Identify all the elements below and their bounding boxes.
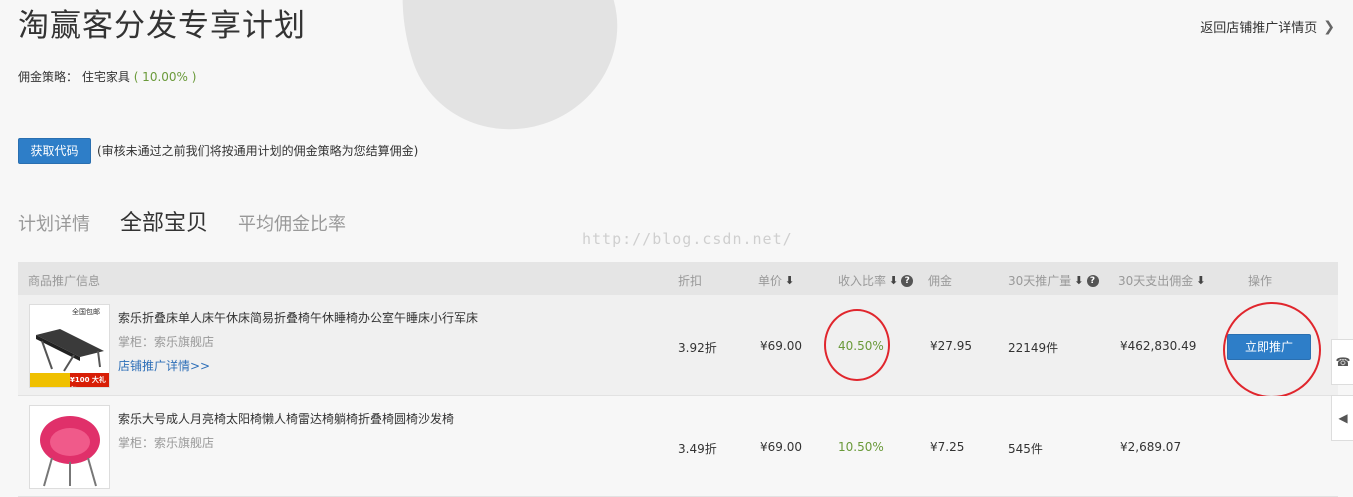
header-commission: 佣金 xyxy=(928,274,953,288)
header-discount: 折扣 xyxy=(678,274,703,288)
back-link-label: 返回店铺推广详情页 xyxy=(1200,21,1318,36)
price-value: ¥69.00 xyxy=(760,440,802,454)
page-title: 淘赢客分发专享计划 xyxy=(18,8,306,44)
product-name[interactable]: 索乐大号成人月亮椅太阳椅懒人椅雷达椅躺椅折叠椅圆椅沙发椅 xyxy=(118,410,454,427)
chevron-right-icon: ❯ xyxy=(1323,18,1335,35)
paid-commission-value: ¥462,830.49 xyxy=(1120,339,1197,353)
header-income-rate[interactable]: 收入比率 ⬇ ? xyxy=(838,272,914,289)
table-header: 商品推广信息 折扣 单价 ⬇ 收入比率 ⬇ ? 佣金 30天推广量 ⬇ ? 30… xyxy=(18,262,1338,295)
tab-all-items[interactable]: 全部宝贝 xyxy=(120,205,208,237)
commission-value: ¥7.25 xyxy=(930,440,965,454)
promo-count-value: 22149件 xyxy=(1008,341,1059,355)
discount-value: 3.92折 xyxy=(678,341,717,355)
table-row: 全国包邮 ¥100 大礼包 索乐折叠床单人床午休床简易折叠椅午休睡椅办公室午睡床… xyxy=(18,295,1338,398)
product-name[interactable]: 索乐折叠床单人床午休床简易折叠椅午休睡椅办公室午睡床小行军床 xyxy=(118,309,478,326)
product-thumbnail[interactable]: 全国包邮 ¥100 大礼包 xyxy=(29,304,110,388)
headset-icon: ☎ xyxy=(1335,355,1351,369)
header-action: 操作 xyxy=(1248,274,1273,288)
side-toolbar: ☎ ◀ xyxy=(1331,339,1353,451)
announcement-button[interactable]: ◀ xyxy=(1331,395,1353,441)
customer-service-button[interactable]: ☎ xyxy=(1331,339,1353,385)
shop-name: 掌柜：索乐旗舰店 xyxy=(118,436,215,450)
items-table: 商品推广信息 折扣 单价 ⬇ 收入比率 ⬇ ? 佣金 30天推广量 ⬇ ? 30… xyxy=(18,262,1338,497)
help-icon[interactable]: ? xyxy=(1086,274,1099,287)
megaphone-icon: ◀ xyxy=(1338,411,1348,425)
sort-down-icon[interactable]: ⬇ xyxy=(1074,274,1083,287)
header-item-info: 商品推广信息 xyxy=(28,274,101,288)
shop-name: 掌柜：索乐旗舰店 xyxy=(118,335,215,349)
code-note: (审核未通过之前我们将按通用计划的佣金策略为您结算佣金) xyxy=(97,144,419,158)
shop-promotion-link[interactable]: 店铺推广详情>> xyxy=(118,357,210,374)
tab-bar: 计划详情 全部宝贝 平均佣金比率 xyxy=(18,205,346,237)
promo-count-value: 545件 xyxy=(1008,442,1043,456)
discount-value: 3.49折 xyxy=(678,442,717,456)
header-paid-30d[interactable]: 30天支出佣金 ⬇ xyxy=(1118,272,1206,289)
sort-down-icon[interactable]: ⬇ xyxy=(785,274,794,287)
header-price[interactable]: 单价 ⬇ xyxy=(758,272,794,289)
annotation-circle-button xyxy=(1223,302,1321,398)
watermark-text: http://blog.csdn.net/ xyxy=(582,230,793,248)
income-rate-value: 10.50% xyxy=(838,440,884,454)
moon-chair-image xyxy=(30,406,109,488)
price-value: ¥69.00 xyxy=(760,339,802,353)
policy-value: 住宅家具 xyxy=(81,70,130,84)
help-icon[interactable]: ? xyxy=(901,274,914,287)
annotation-circle-rate xyxy=(824,309,890,381)
policy-label: 佣金策略： xyxy=(18,70,79,84)
commission-value: ¥27.95 xyxy=(930,339,972,353)
sort-down-icon[interactable]: ⬇ xyxy=(889,274,898,287)
policy-rate: ( 10.00% ) xyxy=(133,70,197,84)
paid-commission-value: ¥2,689.07 xyxy=(1120,440,1182,454)
table-row: 索乐大号成人月亮椅太阳椅懒人椅雷达椅躺椅折叠椅圆椅沙发椅 掌柜：索乐旗舰店 3.… xyxy=(18,396,1338,497)
back-to-shop-promotion-link[interactable]: 返回店铺推广详情页 ❯ xyxy=(1200,17,1335,37)
tab-avg-commission-rate[interactable]: 平均佣金比率 xyxy=(238,210,346,236)
sort-down-icon[interactable]: ⬇ xyxy=(1196,274,1205,287)
tab-plan-details[interactable]: 计划详情 xyxy=(18,210,90,236)
thumb-label-top: 全国包邮 xyxy=(72,308,100,316)
background-decoration xyxy=(366,0,644,157)
header-promo-30d[interactable]: 30天推广量 ⬇ ? xyxy=(1008,272,1099,289)
thumb-label-bottom: ¥100 大礼包 xyxy=(70,376,106,387)
product-thumbnail[interactable] xyxy=(29,405,110,489)
commission-policy: 佣金策略： 住宅家具 ( 10.00% ) xyxy=(18,68,196,85)
get-code-button[interactable]: 获取代码 xyxy=(18,138,91,164)
